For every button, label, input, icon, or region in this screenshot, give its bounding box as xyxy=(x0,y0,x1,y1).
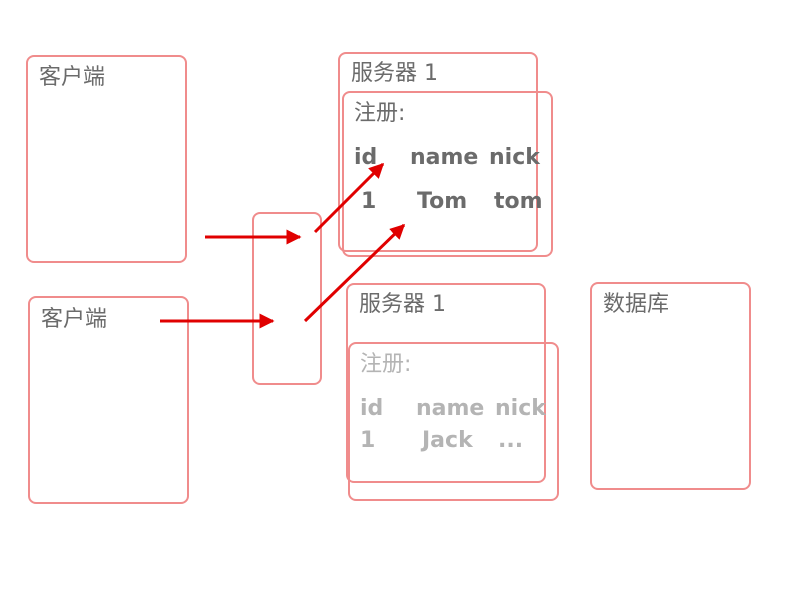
arrows-layer xyxy=(160,162,406,329)
arrow-balancer-to-server-top-b xyxy=(303,223,406,323)
arrow-balancer-to-server-top-a xyxy=(313,162,385,234)
